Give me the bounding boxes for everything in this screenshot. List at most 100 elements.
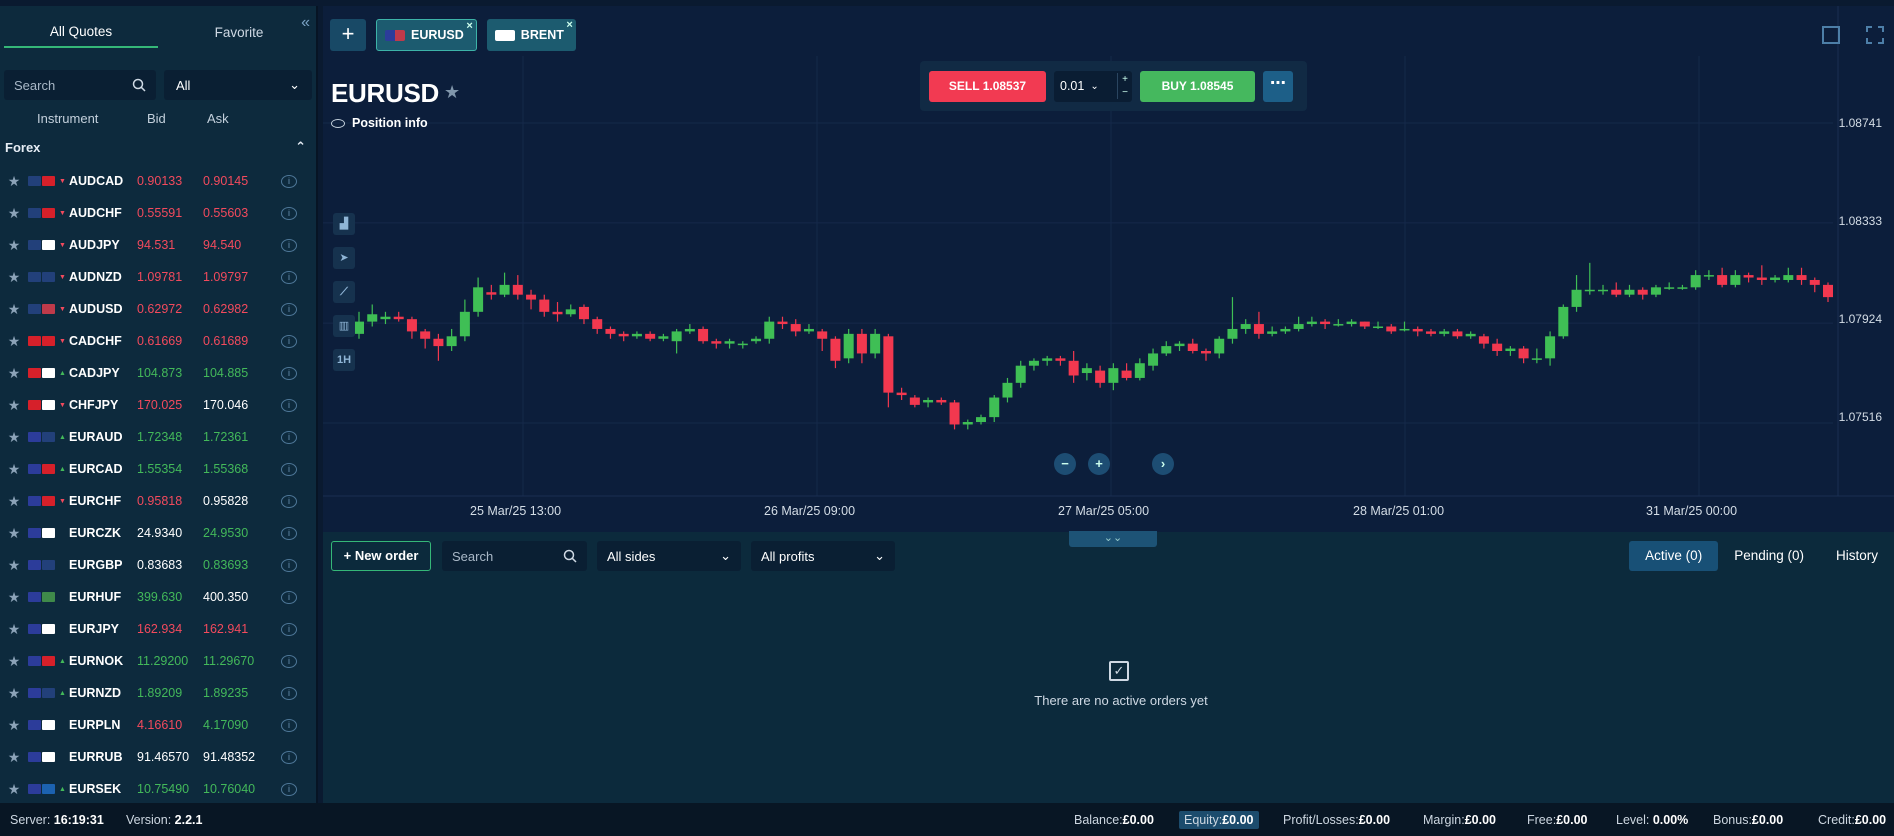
candle-body[interactable] <box>1412 328 1423 332</box>
candle-body[interactable] <box>671 331 682 342</box>
candle-body[interactable] <box>1624 289 1635 295</box>
candle-body[interactable] <box>433 338 444 347</box>
candle-body[interactable] <box>1584 289 1595 292</box>
info-icon[interactable]: i <box>281 654 297 668</box>
quote-row[interactable]: ★ ▼ EURCHF 0.95818 0.95828 i <box>4 485 311 517</box>
candle-body[interactable] <box>1717 275 1728 285</box>
position-info-link[interactable]: Position info <box>331 116 428 130</box>
layout-icon[interactable] <box>1822 26 1840 44</box>
favorite-star-icon[interactable]: ★ <box>4 237 24 254</box>
candle-body[interactable] <box>380 316 391 320</box>
quote-row[interactable]: ★ ▼ AUDNZD 1.09781 1.09797 i <box>4 261 311 293</box>
candle-body[interactable] <box>592 319 603 329</box>
quote-bid[interactable]: 1.55354 <box>137 462 203 476</box>
add-tab-button[interactable]: + <box>330 19 366 51</box>
lot-size-stepper[interactable]: 0.01 ⌄ + − <box>1054 70 1132 102</box>
candle-body[interactable] <box>618 333 629 337</box>
favorite-star-icon[interactable]: ★ <box>4 269 24 286</box>
candle-body[interactable] <box>1690 275 1701 288</box>
candle-body[interactable] <box>923 399 934 403</box>
candle-body[interactable] <box>1770 277 1781 280</box>
info-icon[interactable]: i <box>281 302 297 316</box>
candle-body[interactable] <box>1267 331 1278 334</box>
quote-bid[interactable]: 0.90133 <box>137 174 203 188</box>
symbol-tab-eurusd[interactable]: EURUSD × <box>376 19 477 51</box>
quote-ask[interactable]: 162.941 <box>203 622 273 636</box>
info-icon[interactable]: i <box>281 686 297 700</box>
candle-body[interactable] <box>406 319 417 332</box>
profits-select[interactable]: All profits ⌄ <box>751 541 895 571</box>
quote-bid[interactable]: 4.16610 <box>137 718 203 732</box>
quote-row[interactable]: ★ ▼ AUDCAD 0.90133 0.90145 i <box>4 165 311 197</box>
candle-body[interactable] <box>1068 360 1079 376</box>
candle-body[interactable] <box>1346 321 1357 325</box>
quote-row[interactable]: ★ ▼ AUDCHF 0.55591 0.55603 i <box>4 197 311 229</box>
candle-body[interactable] <box>645 333 656 339</box>
candle-body[interactable] <box>473 287 484 312</box>
candle-body[interactable] <box>552 311 563 315</box>
favorite-star-icon[interactable]: ★ <box>4 589 24 606</box>
favorite-star-icon[interactable]: ★ <box>4 301 24 318</box>
candle-body[interactable] <box>420 331 431 339</box>
quote-bid[interactable]: 94.531 <box>137 238 203 252</box>
candle-body[interactable] <box>1518 348 1529 359</box>
tab-favorite[interactable]: Favorite <box>162 6 316 48</box>
more-options-button[interactable]: ⋯ <box>1263 70 1293 102</box>
candle-body[interactable] <box>393 316 404 320</box>
candle-body[interactable] <box>1478 336 1489 344</box>
quote-search[interactable] <box>4 70 156 100</box>
quote-bid[interactable]: 11.29200 <box>137 654 203 668</box>
candle-body[interactable] <box>631 333 642 337</box>
candle-body[interactable] <box>486 292 497 295</box>
quote-bid[interactable]: 91.46570 <box>137 750 203 764</box>
candle-body[interactable] <box>1240 324 1251 329</box>
info-icon[interactable]: i <box>281 334 297 348</box>
indicators-icon[interactable]: ▥ <box>333 315 355 337</box>
candle-body[interactable] <box>790 324 801 332</box>
candle-body[interactable] <box>1492 343 1503 351</box>
candle-body[interactable] <box>936 399 947 403</box>
orders-search-input[interactable] <box>452 548 552 564</box>
candle-body[interactable] <box>367 314 378 322</box>
quote-ask[interactable]: 0.90145 <box>203 174 273 188</box>
quote-ask[interactable]: 0.55603 <box>203 206 273 220</box>
info-icon[interactable]: i <box>281 430 297 444</box>
sides-select[interactable]: All sides ⌄ <box>597 541 741 571</box>
candle-body[interactable] <box>684 328 695 332</box>
candle-body[interactable] <box>1558 306 1569 337</box>
info-icon[interactable]: i <box>281 718 297 732</box>
candle-body[interactable] <box>724 341 735 344</box>
candle-body[interactable] <box>1531 358 1542 360</box>
candle-body[interactable] <box>1253 324 1264 334</box>
quote-bid[interactable]: 24.9340 <box>137 526 203 540</box>
candle-body[interactable] <box>1664 287 1675 289</box>
info-icon[interactable]: i <box>281 622 297 636</box>
quote-ask[interactable]: 94.540 <box>203 238 273 252</box>
candle-body[interactable] <box>1187 343 1198 351</box>
candle-body[interactable] <box>1373 326 1384 329</box>
candle-body[interactable] <box>658 336 669 339</box>
candle-body[interactable] <box>1359 321 1370 327</box>
group-header-forex[interactable]: Forex ⌃ <box>0 136 316 158</box>
quote-row[interactable]: ★ ▲ EURSEK 10.75490 10.76040 i <box>4 773 311 805</box>
candle-body[interactable] <box>1439 331 1450 334</box>
candle-body[interactable] <box>526 294 537 300</box>
candle-body[interactable] <box>803 328 814 332</box>
chart-type-icon[interactable]: ▟ <box>333 213 355 235</box>
candle-body[interactable] <box>1293 324 1304 329</box>
candle-body[interactable] <box>354 321 364 334</box>
close-icon[interactable]: × <box>566 19 572 31</box>
info-icon[interactable]: i <box>281 174 297 188</box>
candle-body[interactable] <box>1796 275 1807 280</box>
zoom-out-button[interactable]: − <box>1054 453 1076 475</box>
quote-row[interactable]: ★ ▲ EURAUD 1.72348 1.72361 i <box>4 421 311 453</box>
candle-body[interactable] <box>976 417 987 423</box>
candle-body[interactable] <box>1214 338 1225 354</box>
quote-ask[interactable]: 0.95828 <box>203 494 273 508</box>
favorite-star-icon[interactable]: ★ <box>4 653 24 670</box>
favorite-star-icon[interactable]: ★ <box>4 429 24 446</box>
quote-ask[interactable]: 0.83693 <box>203 558 273 572</box>
quote-bid[interactable]: 1.72348 <box>137 430 203 444</box>
favorite-star-icon[interactable]: ★ <box>4 781 24 798</box>
candle-body[interactable] <box>843 333 854 359</box>
